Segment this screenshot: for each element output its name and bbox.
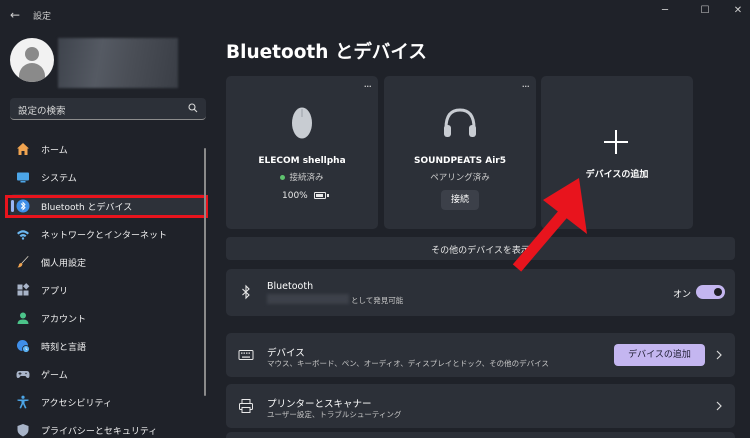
battery-tip (327, 194, 329, 197)
profile-name-blurred (58, 38, 178, 88)
sidebar-item-apps[interactable]: アプリ (10, 278, 206, 302)
sidebar-item-accessibility[interactable]: アクセシビリティ (10, 390, 206, 414)
more-options-button[interactable]: ··· (364, 80, 372, 93)
devices-title: デバイス (267, 348, 305, 359)
sidebar-item-personalization[interactable]: 個人用設定 (10, 250, 206, 274)
device-status: 接続済み (226, 171, 378, 183)
sidebar-item-gaming[interactable]: ゲーム (10, 362, 206, 386)
sidebar-item-accounts[interactable]: アカウント (10, 306, 206, 330)
mouse-icon (292, 107, 312, 139)
printer-icon (239, 399, 253, 413)
bluetooth-title: Bluetooth (267, 281, 314, 292)
bluetooth-subtitle: として発見可能 (351, 296, 404, 305)
sidebar-item-label: ネットワークとインターネット (41, 231, 168, 241)
sidebar-item-network[interactable]: ネットワークとインターネット (10, 222, 206, 246)
globe-clock-icon (17, 340, 30, 353)
battery-level: 100% (282, 191, 308, 201)
annotation-arrow-icon (512, 178, 587, 272)
page-title: Bluetooth とデバイス (226, 42, 427, 63)
next-row-partial (226, 432, 735, 438)
device-name: ELECOM shellpha (258, 156, 346, 166)
accessibility-icon (17, 395, 29, 409)
headset-icon (444, 108, 476, 137)
avatar[interactable] (10, 38, 54, 82)
shield-icon (17, 424, 29, 437)
devices-subtitle: マウス、キーボード、ペン、オーディオ、ディスプレイとドック、その他のデバイス (267, 359, 549, 368)
sidebar-item-label: 時刻と言語 (41, 343, 87, 353)
title-bar: ← 設定 ─ ☐ ✕ (0, 0, 750, 30)
printers-row[interactable]: プリンターとスキャナー ユーザー設定、トラブルシューティング (226, 384, 735, 428)
system-icon (17, 172, 29, 183)
window-title: 設定 (33, 12, 52, 22)
device-name: SOUNDPEATS Air5 (414, 156, 506, 166)
search-icon (188, 103, 198, 113)
toggle-knob (714, 288, 722, 296)
annotation-highlight-box (5, 195, 208, 218)
close-button[interactable]: ✕ (728, 4, 748, 18)
sidebar-item-system[interactable]: システム (10, 165, 206, 189)
back-button[interactable]: ← (6, 6, 24, 24)
battery-icon (314, 192, 326, 199)
connected-dot-icon (280, 175, 286, 180)
keyboard-icon (238, 350, 254, 360)
avatar-head-icon (25, 47, 39, 61)
device-card-mouse[interactable]: ··· ELECOM shellpha 接続済み (226, 76, 378, 229)
apps-icon (17, 283, 30, 296)
sidebar-item-label: アプリ (41, 287, 69, 297)
show-more-devices-label: その他のデバイスを表示 (431, 246, 530, 256)
wifi-icon (17, 230, 29, 240)
printers-title: プリンターとスキャナー (267, 399, 372, 410)
account-icon (17, 312, 29, 324)
plus-icon (604, 130, 628, 154)
show-more-devices-button[interactable]: その他のデバイスを表示 (226, 237, 735, 260)
brush-icon (17, 256, 29, 268)
minimize-button[interactable]: ─ (655, 4, 675, 18)
device-name-blurred (267, 294, 349, 304)
more-options-button[interactable]: ··· (522, 80, 530, 93)
bluetooth-setting-row: Bluetooth として発見可能 (226, 269, 735, 316)
sidebar-item-home[interactable]: ホーム (10, 137, 206, 161)
sidebar-item-label: プライバシーとセキュリティ (41, 427, 158, 437)
sidebar-item-label: アカウント (41, 315, 87, 325)
sidebar-item-privacy[interactable]: プライバシーとセキュリティ (10, 418, 206, 438)
sidebar-item-label: アクセシビリティ (41, 399, 113, 409)
toggle-state-label: オン (673, 290, 692, 300)
sidebar-item-time-language[interactable]: 時刻と言語 (10, 334, 206, 358)
bluetooth-icon (242, 284, 250, 300)
add-device-button[interactable]: デバイスの追加 (614, 344, 705, 366)
sidebar-item-label: 個人用設定 (41, 259, 87, 269)
gamepad-icon (16, 371, 30, 378)
chevron-right-icon (716, 401, 722, 411)
home-icon (17, 143, 29, 155)
maximize-button[interactable]: ☐ (695, 4, 715, 18)
sidebar-item-label: ゲーム (41, 371, 68, 381)
search-box[interactable]: 設定の検索 (10, 98, 206, 120)
sidebar-item-label: ホーム (41, 146, 68, 156)
sidebar-scrollbar[interactable] (204, 148, 206, 396)
connect-button[interactable]: 接続 (441, 190, 479, 210)
avatar-body-icon (19, 63, 45, 82)
sidebar-item-label: システム (41, 174, 77, 184)
chevron-right-icon (716, 350, 722, 360)
printers-subtitle: ユーザー設定、トラブルシューティング (267, 410, 402, 419)
search-input[interactable]: 設定の検索 (18, 103, 66, 117)
bluetooth-toggle[interactable] (696, 285, 725, 299)
